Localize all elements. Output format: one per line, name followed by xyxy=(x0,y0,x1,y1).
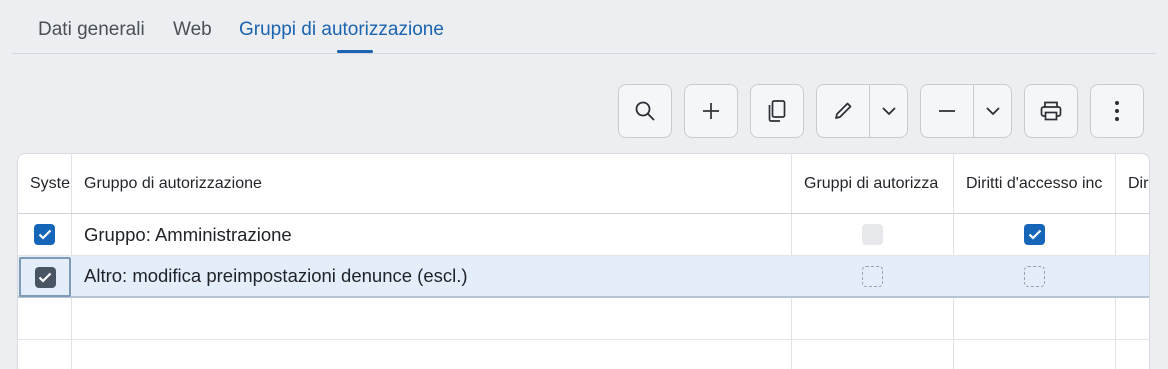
copy-icon xyxy=(768,100,786,122)
tab-dati-generali[interactable]: Dati generali xyxy=(38,19,145,41)
tab-bar: Dati generali Web Gruppi di autorizzazio… xyxy=(12,0,1156,54)
remove-dropdown-button[interactable] xyxy=(973,85,1011,137)
minus-icon xyxy=(939,110,956,112)
authorization-groups-cell xyxy=(862,256,892,296)
system-checkbox[interactable] xyxy=(34,266,56,288)
checkmark-icon xyxy=(38,272,52,283)
column-header-authorization-groups[interactable]: Gruppi di autorizza xyxy=(804,154,952,213)
active-tab-indicator xyxy=(337,50,373,53)
column-header-access-rights[interactable]: Diritti d'accesso inc xyxy=(966,154,1114,213)
tab-web[interactable]: Web xyxy=(173,19,212,41)
remove-split-button xyxy=(920,84,1012,138)
group-name: Altro: modifica preimpostazioni denunce … xyxy=(84,265,468,286)
table-row-selected[interactable]: Altro: modifica preimpostazioni denunce … xyxy=(18,256,1149,298)
search-button[interactable] xyxy=(618,84,672,138)
system-checkbox[interactable] xyxy=(34,224,55,245)
focused-cell[interactable] xyxy=(19,257,71,297)
table-row-empty[interactable] xyxy=(18,298,1149,340)
checkmark-icon xyxy=(1028,229,1041,240)
system-cell xyxy=(34,214,64,255)
authorization-groups-table: Syste Gruppo di autorizzazione Gruppi di… xyxy=(17,153,1150,369)
authorization-groups-checkbox[interactable] xyxy=(862,265,883,287)
more-options-button[interactable] xyxy=(1090,84,1144,138)
table-header: Syste Gruppo di autorizzazione Gruppi di… xyxy=(18,154,1149,214)
access-rights-checkbox[interactable] xyxy=(1024,265,1045,287)
printer-icon xyxy=(1040,101,1062,121)
authorization-groups-cell xyxy=(862,214,892,255)
access-rights-cell xyxy=(1024,256,1054,296)
copy-button[interactable] xyxy=(750,84,804,138)
edit-split-button xyxy=(816,84,908,138)
chevron-down-icon xyxy=(882,107,896,116)
chevron-down-icon xyxy=(986,107,1000,116)
pencil-icon xyxy=(835,102,852,119)
checkmark-icon xyxy=(38,229,51,240)
add-button[interactable] xyxy=(684,84,738,138)
tab-gruppi-di-autorizzazione[interactable]: Gruppi di autorizzazione xyxy=(239,19,444,41)
column-header-system[interactable]: Syste xyxy=(30,154,71,213)
print-button[interactable] xyxy=(1024,84,1078,138)
table-row[interactable]: Gruppo: Amministrazione xyxy=(18,214,1149,256)
edit-button[interactable] xyxy=(817,85,869,137)
access-rights-checkbox[interactable] xyxy=(1024,224,1045,245)
edit-dropdown-button[interactable] xyxy=(869,85,907,137)
authorization-groups-checkbox[interactable] xyxy=(862,224,883,245)
group-name: Gruppo: Amministrazione xyxy=(84,223,292,245)
plus-icon xyxy=(703,103,719,119)
more-vertical-icon xyxy=(1115,101,1119,121)
search-icon xyxy=(635,101,655,121)
remove-button[interactable] xyxy=(921,85,973,137)
column-header-more[interactable]: Dir xyxy=(1128,154,1149,213)
access-rights-cell xyxy=(1024,214,1054,255)
column-header-group[interactable]: Gruppo di autorizzazione xyxy=(84,154,784,213)
